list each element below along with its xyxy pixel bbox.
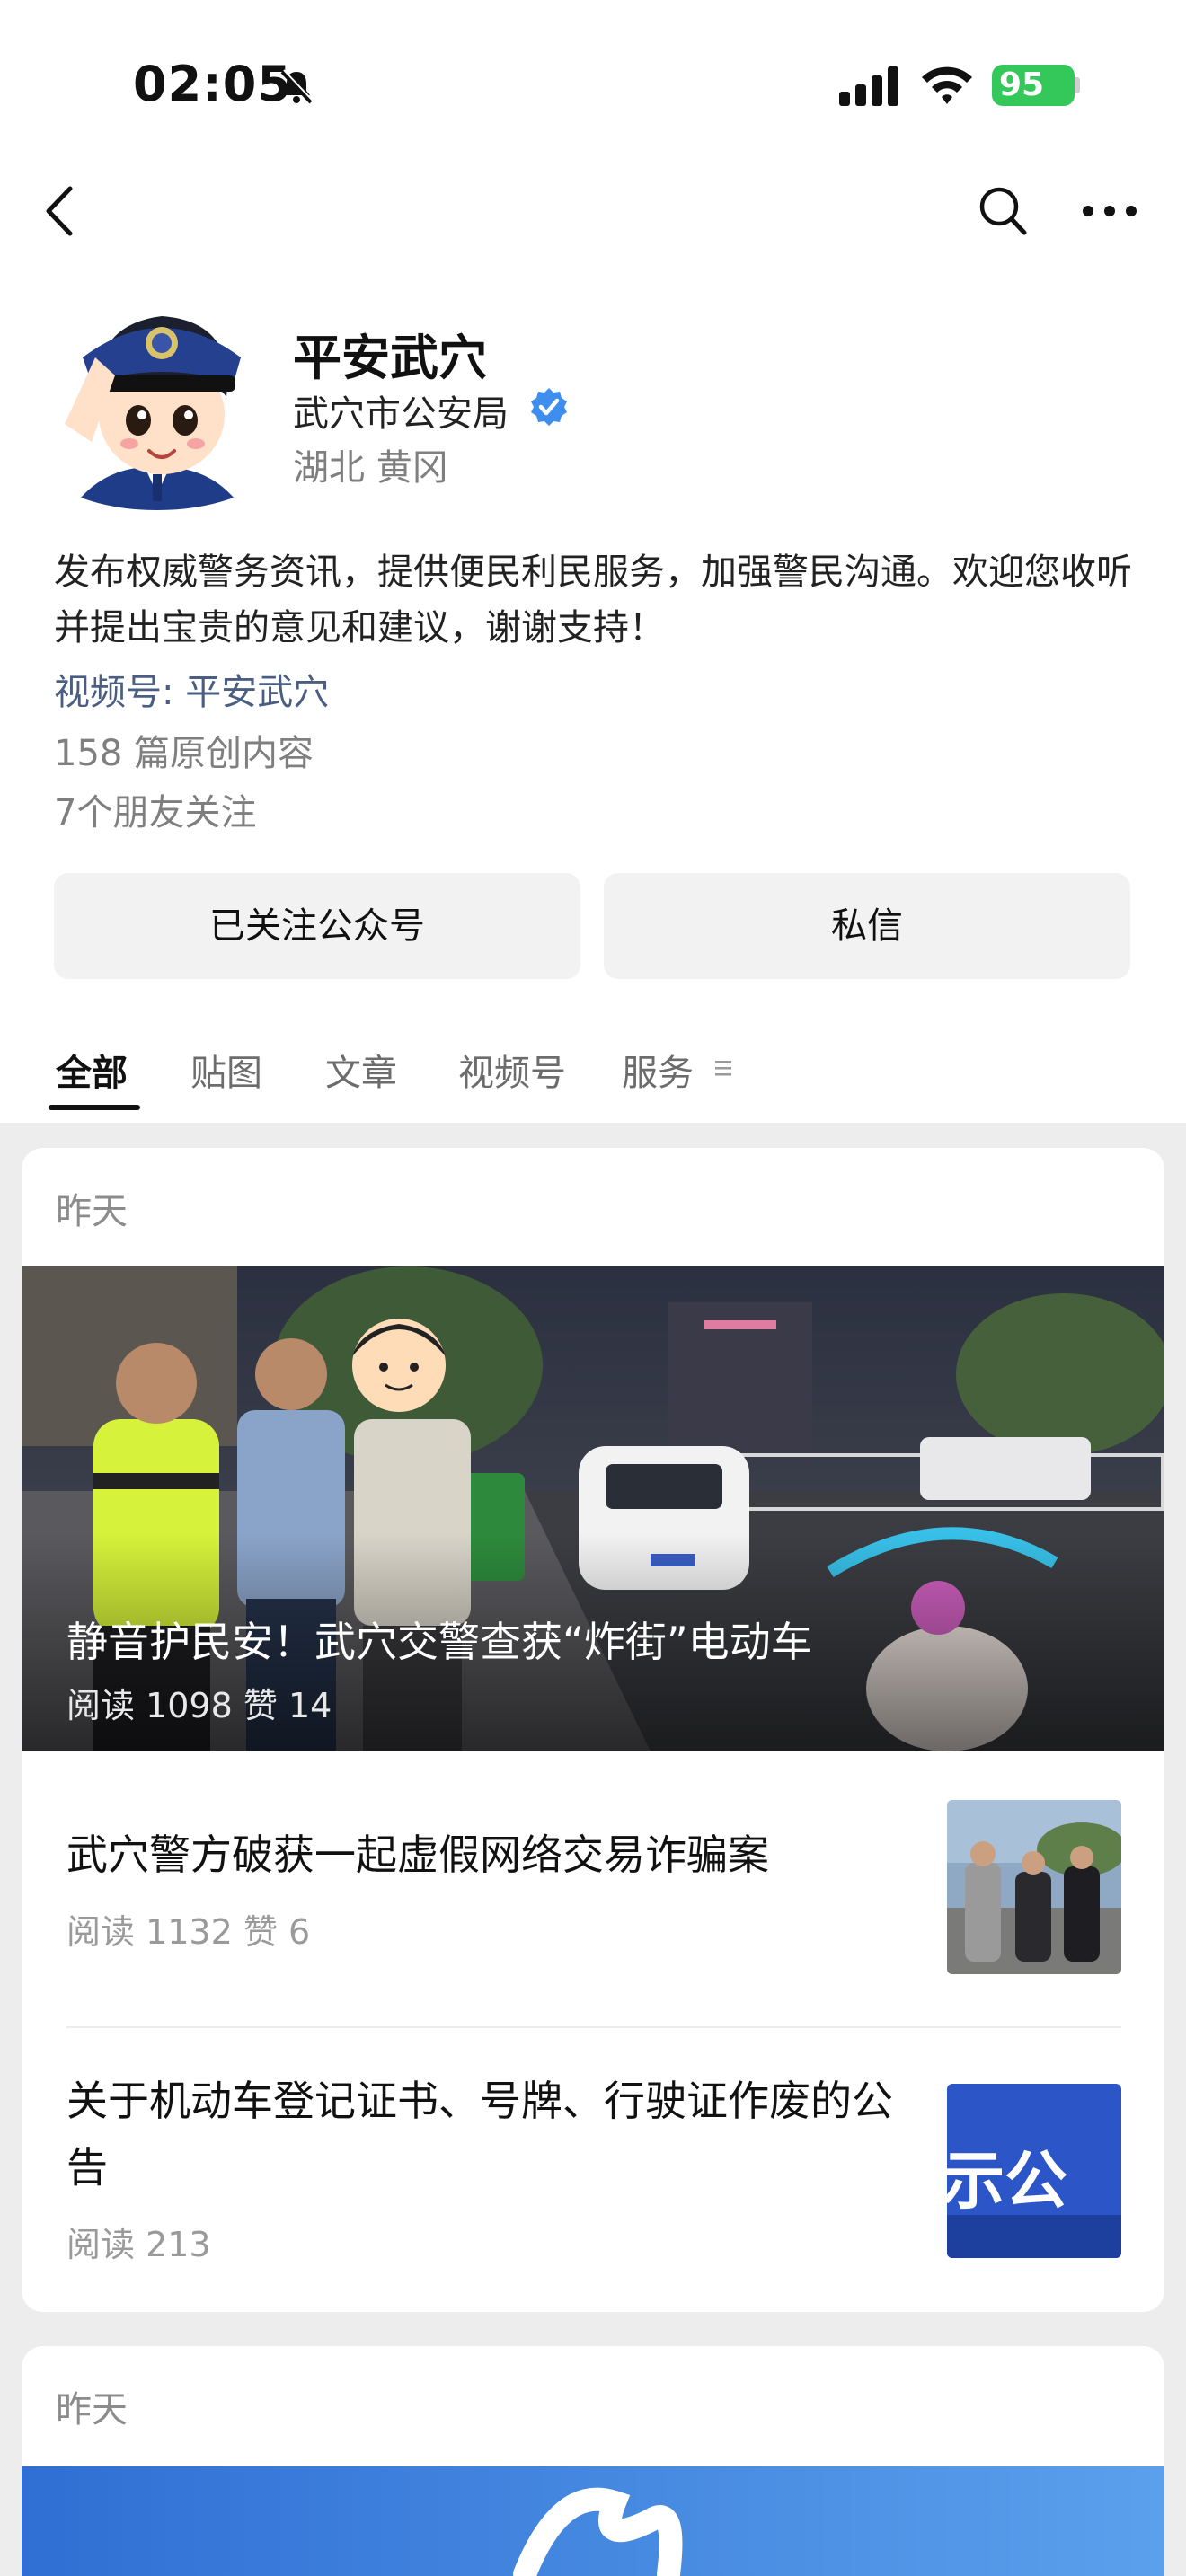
tab-video-channel[interactable]: 视频号: [458, 1044, 566, 1096]
thumbnail-text: 示公: [947, 2144, 1067, 2218]
hero-article-title[interactable]: 静音护民安！武穴交警查获“炸街”电动车: [66, 1610, 812, 1669]
article-divider: [66, 2026, 1121, 2028]
status-bar: 02:05 95: [0, 0, 1186, 171]
feed-card: 昨天: [22, 1148, 1164, 2312]
battery-indicator: 95: [992, 65, 1075, 106]
feed-card: 昨天: [22, 2346, 1164, 2576]
tab-articles[interactable]: 文章: [325, 1044, 397, 1096]
active-tab-indicator: [49, 1105, 140, 1110]
account-name: 平安武穴: [293, 330, 487, 386]
tab-image-posts[interactable]: 贴图: [190, 1044, 262, 1096]
account-description: 发布权威警务资讯，提供便民利民服务，加强警民沟通。欢迎您收听并提出宝贵的意见和建…: [54, 551, 1132, 648]
tab-all[interactable]: 全部: [56, 1044, 128, 1096]
article-thumbnail[interactable]: 示公: [947, 2084, 1121, 2258]
verified-badge-icon: [531, 388, 567, 426]
battery-tip: [1075, 77, 1080, 93]
followed-account-button[interactable]: 已关注公众号: [54, 873, 580, 979]
private-message-button[interactable]: 私信: [604, 873, 1130, 979]
feed-date: 昨天: [56, 2389, 128, 2430]
article-title[interactable]: 关于机动车登记证书、号牌、行驶证作废的公告: [66, 2068, 911, 2201]
status-time: 02:05: [133, 56, 292, 112]
hero-article-image[interactable]: [22, 2466, 1164, 2576]
wifi-icon: [922, 66, 972, 104]
friends-following[interactable]: 7个朋友关注: [54, 783, 256, 835]
cellular-signal-icon: [839, 66, 898, 106]
article-title[interactable]: 武穴警方破获一起虚假网络交易诈骗案: [66, 1822, 911, 1888]
account-organization: 武穴市公安局: [293, 393, 509, 435]
thumbnail-band: [947, 2215, 1121, 2258]
services-menu-icon[interactable]: [713, 1058, 733, 1078]
silent-bell-icon: [280, 69, 314, 104]
article-stats: 阅读 1132 赞 6: [66, 1912, 311, 1952]
search-icon[interactable]: [978, 183, 1028, 237]
article-thumbnail[interactable]: [947, 1800, 1121, 1974]
account-avatar[interactable]: [56, 289, 259, 510]
back-arrow-icon[interactable]: [40, 183, 79, 239]
video-channel-link[interactable]: 视频号: 平安武穴: [54, 663, 329, 715]
article-stats: 阅读 213: [66, 2225, 211, 2264]
tab-services[interactable]: 服务: [622, 1044, 694, 1096]
feed-date: 昨天: [56, 1191, 128, 1232]
original-content-count[interactable]: 158 篇原创内容: [54, 724, 314, 776]
hero-article-stats: 阅读 1098 赞 14: [66, 1686, 332, 1725]
account-location: 湖北 黄冈: [293, 447, 448, 489]
more-options-icon[interactable]: [1082, 205, 1137, 217]
